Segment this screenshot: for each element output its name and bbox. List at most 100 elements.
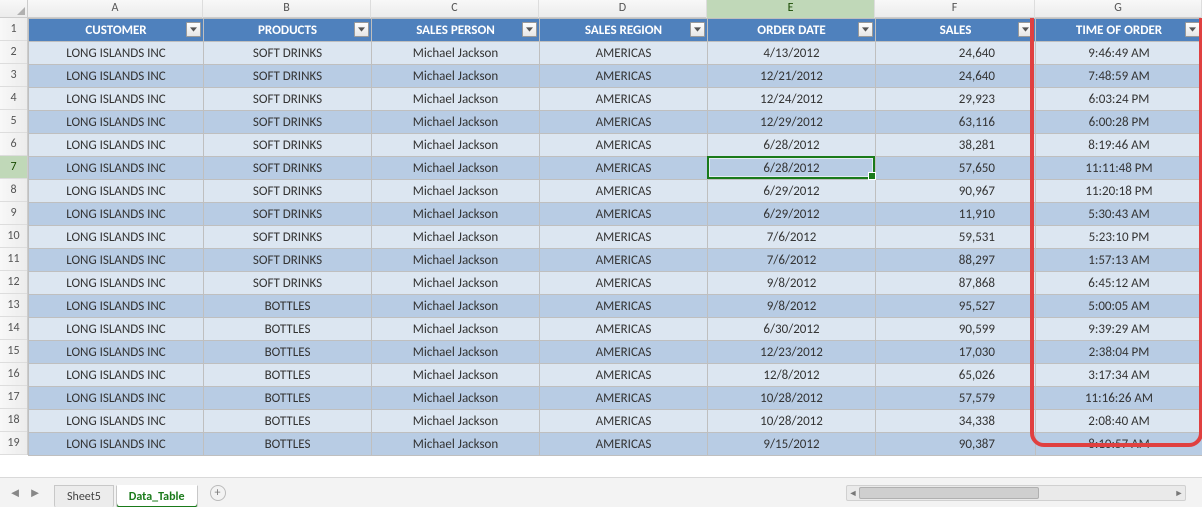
cell[interactable]: 9/15/2012 [708,433,876,456]
cell[interactable]: 90,387 [876,433,1036,456]
cell[interactable]: 34,338 [876,410,1036,433]
cell[interactable]: LONG ISLANDS INC [29,387,204,410]
cell[interactable]: 6:45:12 AM [1036,272,1202,295]
cell[interactable]: 3:17:34 AM [1036,364,1202,387]
filter-dropdown-button[interactable] [186,22,201,37]
cell[interactable]: AMERICAS [540,249,708,272]
row-number[interactable]: 7 [0,156,27,179]
cell[interactable]: BOTTLES [204,295,372,318]
cell[interactable]: 65,026 [876,364,1036,387]
cell[interactable]: 6/29/2012 [708,203,876,226]
row-number[interactable]: 18 [0,409,27,432]
cell[interactable]: SOFT DRINKS [204,134,372,157]
column-header[interactable]: TIME OF ORDER [1036,19,1202,42]
cell[interactable]: 95,527 [876,295,1036,318]
horizontal-scrollbar[interactable]: ◄ ► [846,485,1186,501]
scrollbar-thumb[interactable] [859,487,1039,499]
cell[interactable]: 59,531 [876,226,1036,249]
cell[interactable]: Michael Jackson [372,226,540,249]
column-header[interactable]: ORDER DATE [708,19,876,42]
cell[interactable]: 11:11:48 PM [1036,157,1202,180]
cell[interactable]: 9/8/2012 [708,272,876,295]
cell[interactable]: 5:30:43 AM [1036,203,1202,226]
cell[interactable]: BOTTLES [204,433,372,456]
cell[interactable]: AMERICAS [540,387,708,410]
cell[interactable]: 12/23/2012 [708,341,876,364]
cell[interactable]: LONG ISLANDS INC [29,65,204,88]
filter-dropdown-button[interactable] [1185,22,1200,37]
cell[interactable]: LONG ISLANDS INC [29,249,204,272]
row-number[interactable]: 3 [0,64,27,87]
filter-dropdown-button[interactable] [522,22,537,37]
cell[interactable]: BOTTLES [204,341,372,364]
cell[interactable]: 7/6/2012 [708,226,876,249]
row-number[interactable]: 14 [0,317,27,340]
cell[interactable]: 88,297 [876,249,1036,272]
cell[interactable]: 2:38:04 PM [1036,341,1202,364]
row-number[interactable]: 17 [0,386,27,409]
column-header[interactable]: SALES [876,19,1036,42]
cell[interactable]: 29,923 [876,88,1036,111]
cell[interactable]: 90,599 [876,318,1036,341]
cell[interactable]: LONG ISLANDS INC [29,433,204,456]
cell[interactable]: Michael Jackson [372,65,540,88]
cell[interactable]: LONG ISLANDS INC [29,341,204,364]
cell[interactable]: LONG ISLANDS INC [29,157,204,180]
cell[interactable]: 6/28/2012 [708,134,876,157]
filter-dropdown-button[interactable] [1018,22,1033,37]
cell[interactable]: BOTTLES [204,318,372,341]
column-letter[interactable]: F [875,0,1035,18]
cell[interactable]: LONG ISLANDS INC [29,203,204,226]
cell[interactable]: AMERICAS [540,318,708,341]
cell[interactable]: 5:00:05 AM [1036,295,1202,318]
cell[interactable]: SOFT DRINKS [204,111,372,134]
cell[interactable]: 9:46:49 AM [1036,42,1202,65]
cell[interactable]: Michael Jackson [372,341,540,364]
cell[interactable]: 8:19:46 AM [1036,134,1202,157]
cell[interactable]: 4/13/2012 [708,42,876,65]
cell[interactable]: AMERICAS [540,111,708,134]
cell[interactable]: LONG ISLANDS INC [29,111,204,134]
column-letter[interactable]: D [539,0,707,18]
cell[interactable]: SOFT DRINKS [204,157,372,180]
cell[interactable]: 24,640 [876,42,1036,65]
cell[interactable]: Michael Jackson [372,364,540,387]
cell[interactable]: 6/29/2012 [708,180,876,203]
sheet-tab[interactable]: Sheet5 [54,485,114,507]
cell[interactable]: Michael Jackson [372,42,540,65]
cell[interactable]: 11,910 [876,203,1036,226]
cell[interactable]: 57,650 [876,157,1036,180]
row-number[interactable]: 12 [0,271,27,294]
column-header[interactable]: PRODUCTS [204,19,372,42]
scroll-right-icon[interactable]: ► [1173,486,1185,500]
cell[interactable]: SOFT DRINKS [204,180,372,203]
cell[interactable]: AMERICAS [540,341,708,364]
row-number[interactable]: 8 [0,179,27,202]
row-number[interactable]: 10 [0,225,27,248]
cell[interactable]: SOFT DRINKS [204,249,372,272]
column-letter[interactable]: C [371,0,539,18]
cell[interactable]: AMERICAS [540,42,708,65]
cell[interactable]: AMERICAS [540,295,708,318]
row-number[interactable]: 11 [0,248,27,271]
cell[interactable]: SOFT DRINKS [204,203,372,226]
cell[interactable]: LONG ISLANDS INC [29,180,204,203]
column-letter[interactable]: A [28,0,203,18]
cell[interactable]: Michael Jackson [372,111,540,134]
cell[interactable]: SOFT DRINKS [204,65,372,88]
cell[interactable]: Michael Jackson [372,88,540,111]
cell[interactable]: LONG ISLANDS INC [29,410,204,433]
scroll-left-icon[interactable]: ◄ [847,486,859,500]
cell[interactable]: AMERICAS [540,157,708,180]
cell[interactable]: LONG ISLANDS INC [29,272,204,295]
sheet-tab[interactable]: Data_Table [116,485,198,507]
cell[interactable]: SOFT DRINKS [204,272,372,295]
row-number[interactable]: 5 [0,110,27,133]
cell[interactable]: 6:03:24 PM [1036,88,1202,111]
cell[interactable]: SOFT DRINKS [204,88,372,111]
row-number[interactable]: 1 [0,18,27,41]
cell[interactable]: AMERICAS [540,65,708,88]
cell[interactable]: 6/28/2012 [708,157,876,180]
cell[interactable]: 9/8/2012 [708,295,876,318]
cell[interactable]: BOTTLES [204,364,372,387]
